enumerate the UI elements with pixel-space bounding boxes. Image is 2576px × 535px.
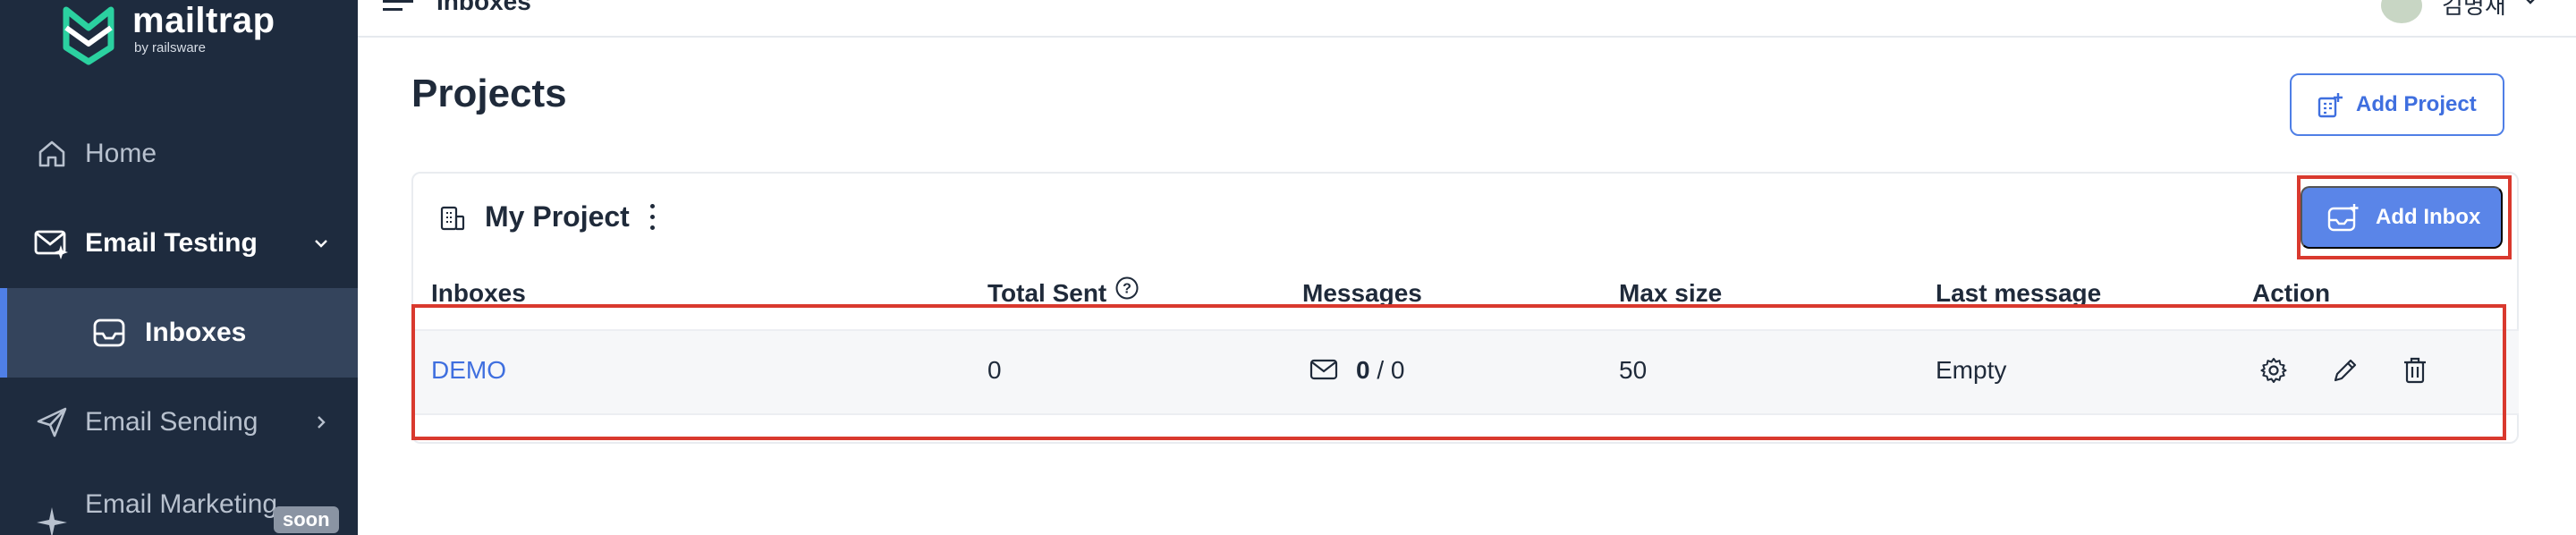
sidebar: mailtrap by railsware Home Email Testing…: [0, 0, 358, 535]
mailtrap-logo-icon: [63, 6, 114, 65]
email-testing-icon: [34, 225, 70, 261]
sidebar-item-label: Home: [85, 139, 157, 168]
soon-badge: soon: [274, 506, 339, 533]
project-name: My Project: [485, 200, 630, 233]
add-project-label: Add Project: [2356, 92, 2477, 116]
highlight-add-inbox: [2297, 175, 2512, 259]
svg-text:?: ?: [1123, 282, 1131, 297]
menu-icon[interactable]: [383, 0, 413, 13]
sidebar-item-label: Email Sending: [85, 407, 258, 437]
sidebar-item-home[interactable]: Home: [0, 115, 358, 193]
sidebar-item-label: Inboxes: [145, 318, 247, 347]
mailtrap-logo[interactable]: mailtrap by railsware: [59, 0, 275, 72]
highlight-inbox-row: [411, 304, 2506, 440]
header-title: Inboxes: [436, 0, 531, 15]
top-bar: Inboxes 김명재: [358, 0, 2576, 38]
brand-name: mailtrap: [132, 1, 275, 40]
help-icon[interactable]: ?: [1114, 276, 1140, 301]
inbox-icon: [91, 315, 127, 351]
chevron-down-icon[interactable]: [2522, 0, 2538, 7]
add-project-button[interactable]: Add Project: [2290, 73, 2504, 136]
sidebar-item-email-testing[interactable]: Email Testing: [0, 204, 358, 283]
project-menu-kebab-icon[interactable]: [646, 200, 658, 233]
sidebar-item-label: Email Testing: [85, 228, 258, 258]
user-name[interactable]: 김명재: [2442, 0, 2506, 21]
sidebar-item-label: Email Marketing: [85, 489, 278, 519]
chevron-down-icon: [311, 234, 331, 253]
project-building-icon: [440, 206, 465, 231]
sidebar-item-inboxes[interactable]: Inboxes: [0, 288, 358, 378]
avatar[interactable]: [2381, 0, 2422, 23]
sidebar-item-email-marketing[interactable]: Email Marketing soon: [0, 478, 358, 535]
send-icon: [34, 404, 70, 440]
sparkle-icon: [34, 505, 70, 535]
add-project-icon: [2318, 93, 2343, 118]
chevron-right-icon: [311, 412, 331, 432]
sidebar-item-email-sending[interactable]: Email Sending: [0, 383, 358, 462]
brand-by: by railsware: [134, 40, 207, 55]
page-title: Projects: [411, 72, 567, 115]
home-icon: [34, 136, 70, 172]
